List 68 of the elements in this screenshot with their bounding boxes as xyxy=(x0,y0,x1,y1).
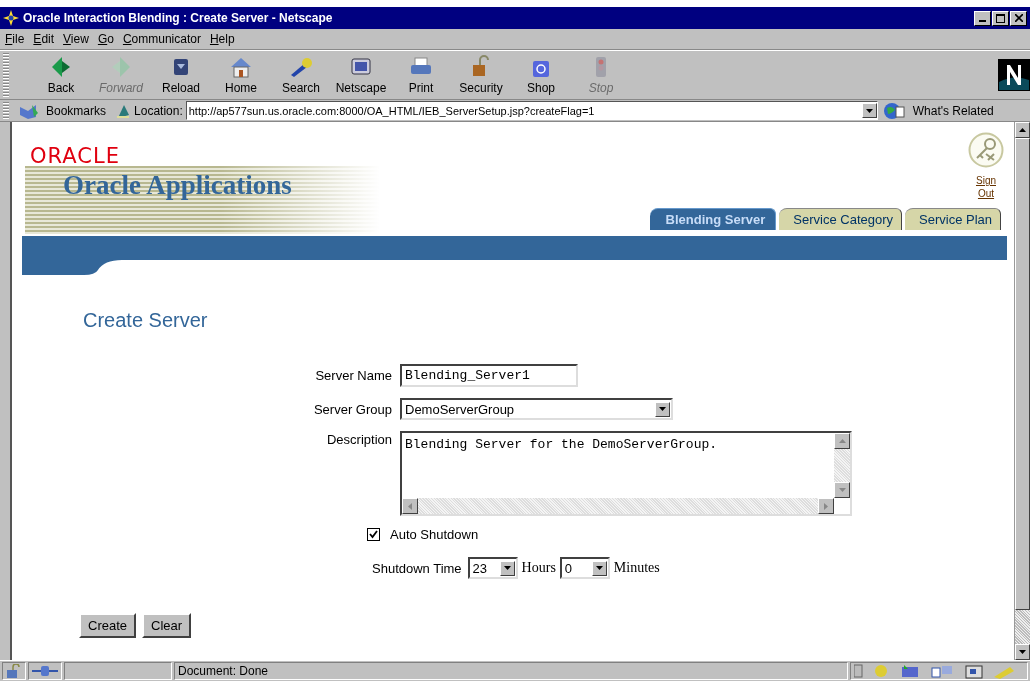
product-title: Oracle Applications xyxy=(63,170,293,201)
unit-label: Hours xyxy=(521,560,556,576)
down-arrow-icon xyxy=(838,488,846,492)
toolbar-button[interactable]: Print xyxy=(391,55,451,95)
dropdown-arrow-icon xyxy=(865,108,873,113)
toolbar-button[interactable]: Reload xyxy=(151,55,211,95)
plug-icon xyxy=(32,665,58,677)
checkbox[interactable] xyxy=(367,528,380,541)
server-group-dropdown[interactable]: DemoServerGroup xyxy=(400,398,673,420)
page-heading: Create Server xyxy=(83,309,209,332)
close-button[interactable] xyxy=(1010,10,1027,26)
close-icon xyxy=(1014,14,1023,22)
field-label: Server Name xyxy=(314,368,392,383)
scrollbar[interactable] xyxy=(834,433,850,498)
maximize-button[interactable] xyxy=(992,10,1009,26)
hours-dropdown[interactable]: 23 xyxy=(467,557,518,579)
right-arrow-icon xyxy=(824,502,828,510)
dropdown-arrow-icon xyxy=(595,566,603,570)
create-button[interactable]: Create xyxy=(79,613,137,638)
padlock-icon xyxy=(6,664,22,678)
whats-related-button[interactable]: What's Related xyxy=(880,101,996,120)
down-arrow-icon xyxy=(1019,650,1026,654)
toolbar-button[interactable]: Home xyxy=(211,55,271,95)
netscape-logo xyxy=(998,59,1030,91)
toolbar-button[interactable]: Netscape xyxy=(331,55,391,95)
oracle-logo: ORACLE xyxy=(30,146,121,166)
maximize-icon xyxy=(996,13,1005,23)
toolbar-button[interactable]: Security xyxy=(451,55,511,95)
minutes-dropdown[interactable]: 0 xyxy=(559,557,610,579)
description-field[interactable]: Blending Server for the DemoServerGroup. xyxy=(400,431,852,516)
up-arrow-icon xyxy=(1019,128,1026,132)
left-arrow-icon xyxy=(408,502,412,510)
tab[interactable]: Service Category xyxy=(779,208,902,230)
menu-item[interactable]: Go xyxy=(97,32,114,46)
clear-button[interactable]: Clear xyxy=(142,613,192,638)
url-field[interactable]: http://ap577sun.us.oracle.com:8000/OA_HTML/IEB_ServerSetup.jsp?createFlag=1 xyxy=(185,101,878,120)
bookmarks-button[interactable]: Bookmarks xyxy=(16,102,109,119)
menu-item[interactable]: Edit xyxy=(33,32,55,46)
server-name-field[interactable]: Blending_Server1 xyxy=(400,364,578,387)
up-arrow-icon xyxy=(838,439,846,443)
key-icon[interactable] xyxy=(968,132,1004,168)
dropdown-arrow-icon xyxy=(503,566,511,570)
menu-item[interactable]: File xyxy=(5,32,25,46)
toolbar-button[interactable]: Search xyxy=(271,55,331,95)
menu-item[interactable]: Help xyxy=(209,32,235,46)
tab[interactable]: Blending Server xyxy=(649,208,777,230)
scrollbar[interactable] xyxy=(402,498,834,514)
menu-item[interactable]: Communicator xyxy=(122,32,201,46)
scrollbar-thumb[interactable] xyxy=(1015,138,1030,610)
window-title: Oracle Interaction Blending : Create Server - Netscape xyxy=(23,11,334,25)
toolbar-grip[interactable] xyxy=(3,53,9,97)
sign-out-link[interactable]: Sign Out xyxy=(971,174,1001,200)
field-label: Server Group xyxy=(312,401,392,417)
field-label: Shutdown Time xyxy=(372,560,462,576)
toolbar-grip[interactable] xyxy=(3,101,9,120)
field-label: Description xyxy=(325,431,392,447)
checkbox-label: Auto Shutdown xyxy=(390,527,479,542)
dropdown-arrow-icon xyxy=(659,407,666,411)
status-text: Document: Done xyxy=(174,662,848,680)
toolbar-button[interactable]: Shop xyxy=(511,55,571,95)
app-icon xyxy=(3,10,19,26)
minimize-button[interactable] xyxy=(974,10,991,26)
menu-item[interactable]: View xyxy=(63,32,89,46)
location-label: Location: xyxy=(134,103,183,118)
scrollbar[interactable] xyxy=(1014,122,1030,660)
unit-label: Minutes xyxy=(613,560,660,576)
toolbar-button[interactable]: Back xyxy=(31,55,91,95)
tab[interactable]: Service Plan xyxy=(905,208,1001,230)
